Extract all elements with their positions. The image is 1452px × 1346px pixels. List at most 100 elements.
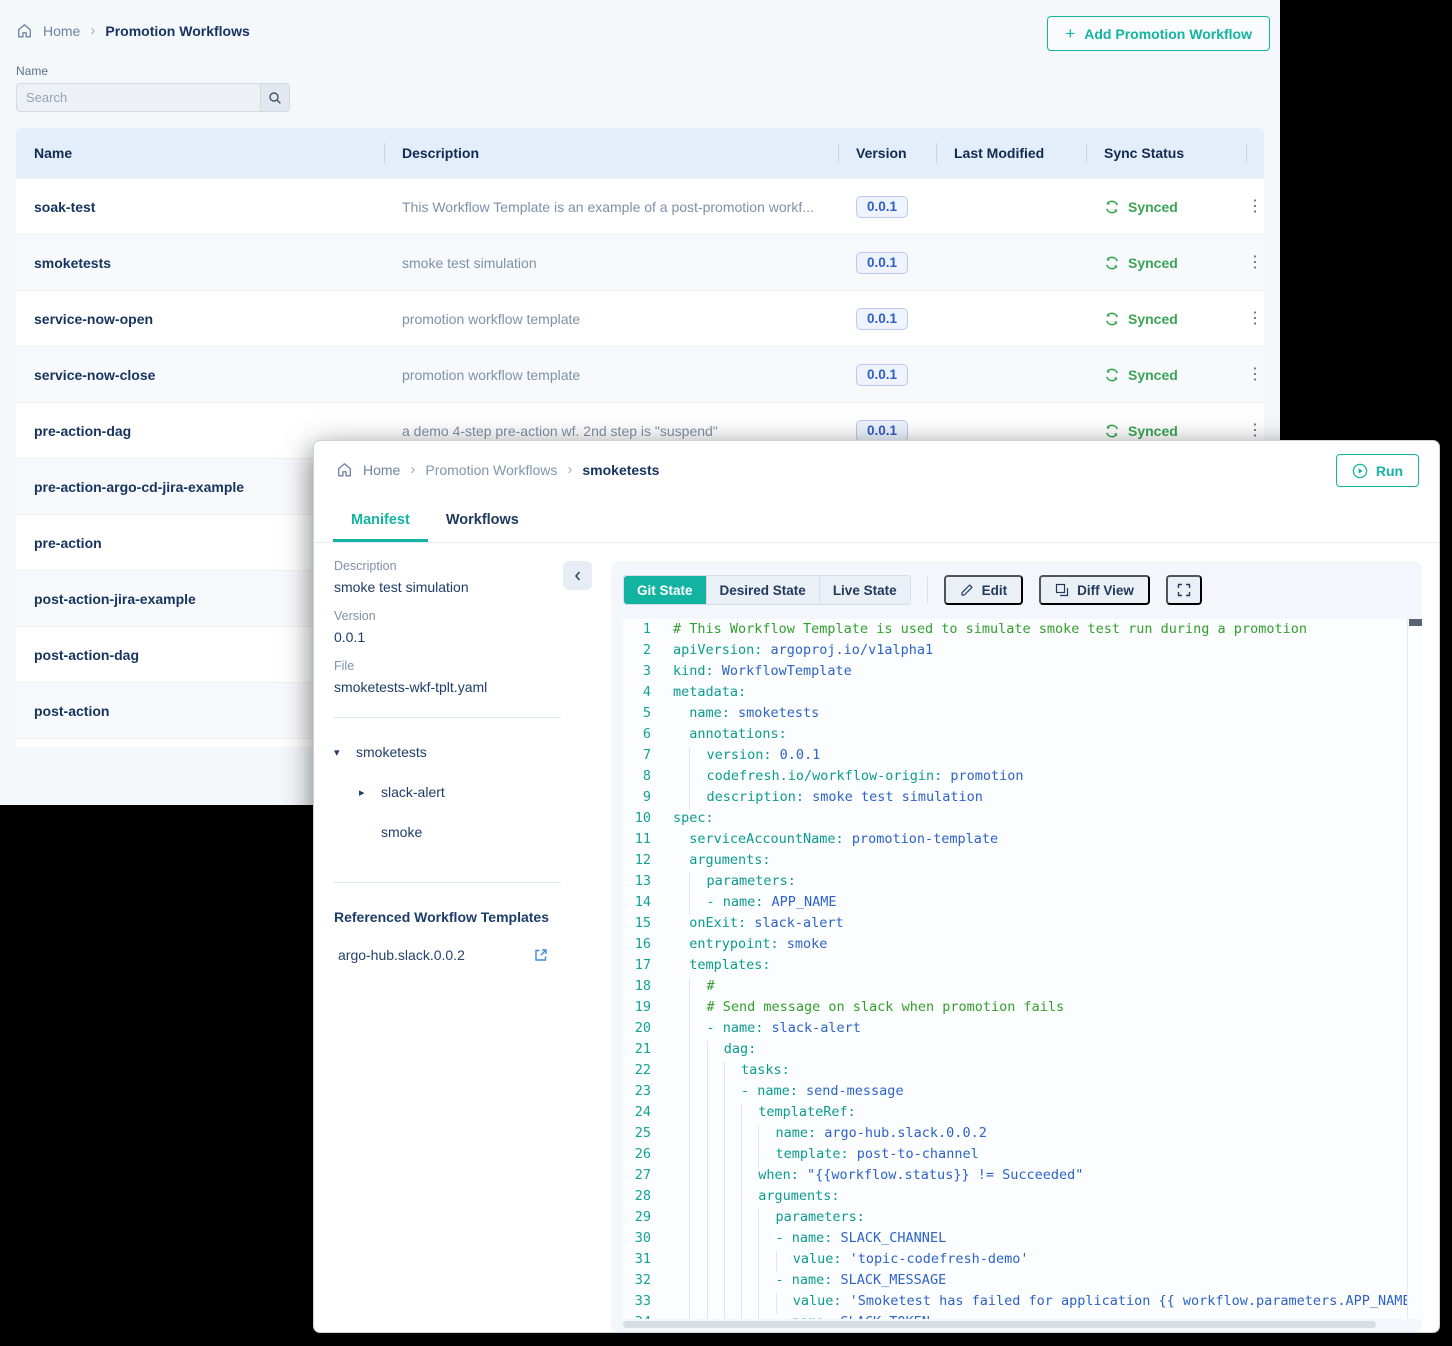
row-name[interactable]: smoketests xyxy=(16,255,384,271)
table-row[interactable]: soak-testThis Workflow Template is an ex… xyxy=(16,178,1264,234)
code-line: value: 'topic-codefresh-demo' xyxy=(673,1251,1407,1272)
caret-right-icon[interactable]: ▸ xyxy=(359,786,381,799)
code-line: metadata: xyxy=(673,684,1407,705)
version-badge: 0.0.1 xyxy=(856,308,908,330)
code-line: serviceAccountName: promotion-template xyxy=(673,831,1407,852)
code-editor[interactable]: 1234567891011121314151617181920212223242… xyxy=(623,619,1407,1319)
name-filter-label: Name xyxy=(16,64,48,78)
row-menu-button[interactable]: ⋮ xyxy=(1247,311,1263,327)
breadcrumb-home[interactable]: Home xyxy=(363,462,400,478)
code-line: onExit: slack-alert xyxy=(673,915,1407,936)
line-number: 4 xyxy=(623,684,659,705)
gutter: 1234567891011121314151617181920212223242… xyxy=(623,619,659,1319)
line-number: 14 xyxy=(623,894,659,915)
code-line: entrypoint: smoke xyxy=(673,936,1407,957)
home-icon[interactable] xyxy=(336,462,353,478)
line-number: 23 xyxy=(623,1083,659,1104)
table-row[interactable]: service-now-openpromotion workflow templ… xyxy=(16,290,1264,346)
vertical-scrollbar-thumb[interactable] xyxy=(1409,619,1422,626)
code-line: spec: xyxy=(673,810,1407,831)
row-menu-button[interactable]: ⋮ xyxy=(1247,255,1263,271)
line-number: 22 xyxy=(623,1062,659,1083)
diff-button-label: Diff View xyxy=(1077,583,1134,598)
line-number: 28 xyxy=(623,1188,659,1209)
code-line: templateRef: xyxy=(673,1104,1407,1125)
state-tab-git-state[interactable]: Git State xyxy=(624,576,707,604)
code-line: value: 'Smoketest has failed for applica… xyxy=(673,1293,1407,1314)
column-header-version[interactable]: Version xyxy=(838,128,936,178)
search-input[interactable] xyxy=(17,84,260,111)
tree-item-smoke[interactable]: smoke xyxy=(334,812,576,852)
row-description: promotion workflow template xyxy=(384,311,838,327)
tab-manifest[interactable]: Manifest xyxy=(333,500,428,542)
referenced-template-item[interactable]: argo-hub.slack.0.0.2 xyxy=(334,947,576,963)
column-header-sync-status[interactable]: Sync Status xyxy=(1086,128,1246,178)
code-line: apiVersion: argoproj.io/v1alpha1 xyxy=(673,642,1407,663)
breadcrumb-home[interactable]: Home xyxy=(43,23,80,39)
fullscreen-button[interactable] xyxy=(1166,575,1202,605)
code-line: # This Workflow Template is used to simu… xyxy=(673,621,1407,642)
code-line: kind: WorkflowTemplate xyxy=(673,663,1407,684)
tree-item-smoketests[interactable]: ▾smoketests xyxy=(334,732,576,772)
line-number: 9 xyxy=(623,789,659,810)
horizontal-scrollbar-thumb[interactable] xyxy=(623,1321,1376,1328)
row-menu-button[interactable]: ⋮ xyxy=(1247,199,1263,215)
code-line: codefresh.io/workflow-origin: promotion xyxy=(673,768,1407,789)
row-name[interactable]: pre-action-dag xyxy=(16,423,384,439)
code-lines: # This Workflow Template is used to simu… xyxy=(673,619,1407,1319)
version-badge: 0.0.1 xyxy=(856,196,908,218)
code-line: arguments: xyxy=(673,852,1407,873)
row-menu-button[interactable]: ⋮ xyxy=(1247,423,1263,439)
line-number: 34 xyxy=(623,1314,659,1319)
tree-item-slack-alert[interactable]: ▸slack-alert xyxy=(334,772,576,812)
chevron-right-icon: › xyxy=(90,22,95,39)
column-header-description[interactable]: Description xyxy=(384,128,838,178)
row-name[interactable]: service-now-open xyxy=(16,311,384,327)
expand-icon xyxy=(1177,583,1191,597)
edit-button[interactable]: Edit xyxy=(944,575,1024,605)
table-row[interactable]: service-now-closepromotion workflow temp… xyxy=(16,346,1264,402)
modal-breadcrumb: Home › Promotion Workflows › smoketests xyxy=(336,461,659,478)
home-icon[interactable] xyxy=(16,23,33,39)
line-number: 20 xyxy=(623,1020,659,1041)
line-number: 1 xyxy=(623,621,659,642)
line-number: 11 xyxy=(623,831,659,852)
diff-view-button[interactable]: Diff View xyxy=(1039,575,1150,605)
line-number: 21 xyxy=(623,1041,659,1062)
version-label: Version xyxy=(334,609,576,623)
collapse-sidebar-button[interactable] xyxy=(563,561,592,590)
code-line: version: 0.0.1 xyxy=(673,747,1407,768)
caret-down-icon[interactable]: ▾ xyxy=(334,746,356,759)
line-number: 19 xyxy=(623,999,659,1020)
smoketests-detail-modal: Home › Promotion Workflows › smoketests … xyxy=(313,440,1440,1333)
column-header-name[interactable]: Name xyxy=(16,128,384,178)
state-tab-desired-state[interactable]: Desired State xyxy=(707,576,820,604)
horizontal-scrollbar[interactable] xyxy=(623,1321,1407,1329)
vertical-scrollbar[interactable] xyxy=(1407,619,1423,1319)
row-name[interactable]: service-now-close xyxy=(16,367,384,383)
sync-arrows-icon xyxy=(1104,255,1120,271)
line-number: 2 xyxy=(623,642,659,663)
column-header-last-modified[interactable]: Last Modified xyxy=(936,128,1086,178)
state-tab-live-state[interactable]: Live State xyxy=(820,576,910,604)
code-line: - name: slack-alert xyxy=(673,1020,1407,1041)
code-line: tasks: xyxy=(673,1062,1407,1083)
row-menu-button[interactable]: ⋮ xyxy=(1247,367,1263,383)
state-tabs: Git StateDesired StateLive State xyxy=(623,575,911,605)
row-name[interactable]: soak-test xyxy=(16,199,384,215)
sync-status-label: Synced xyxy=(1128,367,1178,383)
line-number: 13 xyxy=(623,873,659,894)
table-row[interactable]: smoketestssmoke test simulation0.0.1Sync… xyxy=(16,234,1264,290)
tab-workflows[interactable]: Workflows xyxy=(428,500,537,542)
pencil-icon xyxy=(960,583,974,597)
external-link-icon[interactable] xyxy=(533,947,549,963)
breadcrumb-current: Promotion Workflows xyxy=(105,23,249,39)
code-line: annotations: xyxy=(673,726,1407,747)
run-button[interactable]: Run xyxy=(1336,454,1419,487)
line-number: 33 xyxy=(623,1293,659,1314)
code-line: parameters: xyxy=(673,1209,1407,1230)
breadcrumb-promotion-workflows[interactable]: Promotion Workflows xyxy=(425,462,557,478)
add-promotion-workflow-button[interactable]: + Add Promotion Workflow xyxy=(1047,16,1270,51)
code-line: - name: SLACK_CHANNEL xyxy=(673,1230,1407,1251)
search-button[interactable] xyxy=(260,84,289,111)
